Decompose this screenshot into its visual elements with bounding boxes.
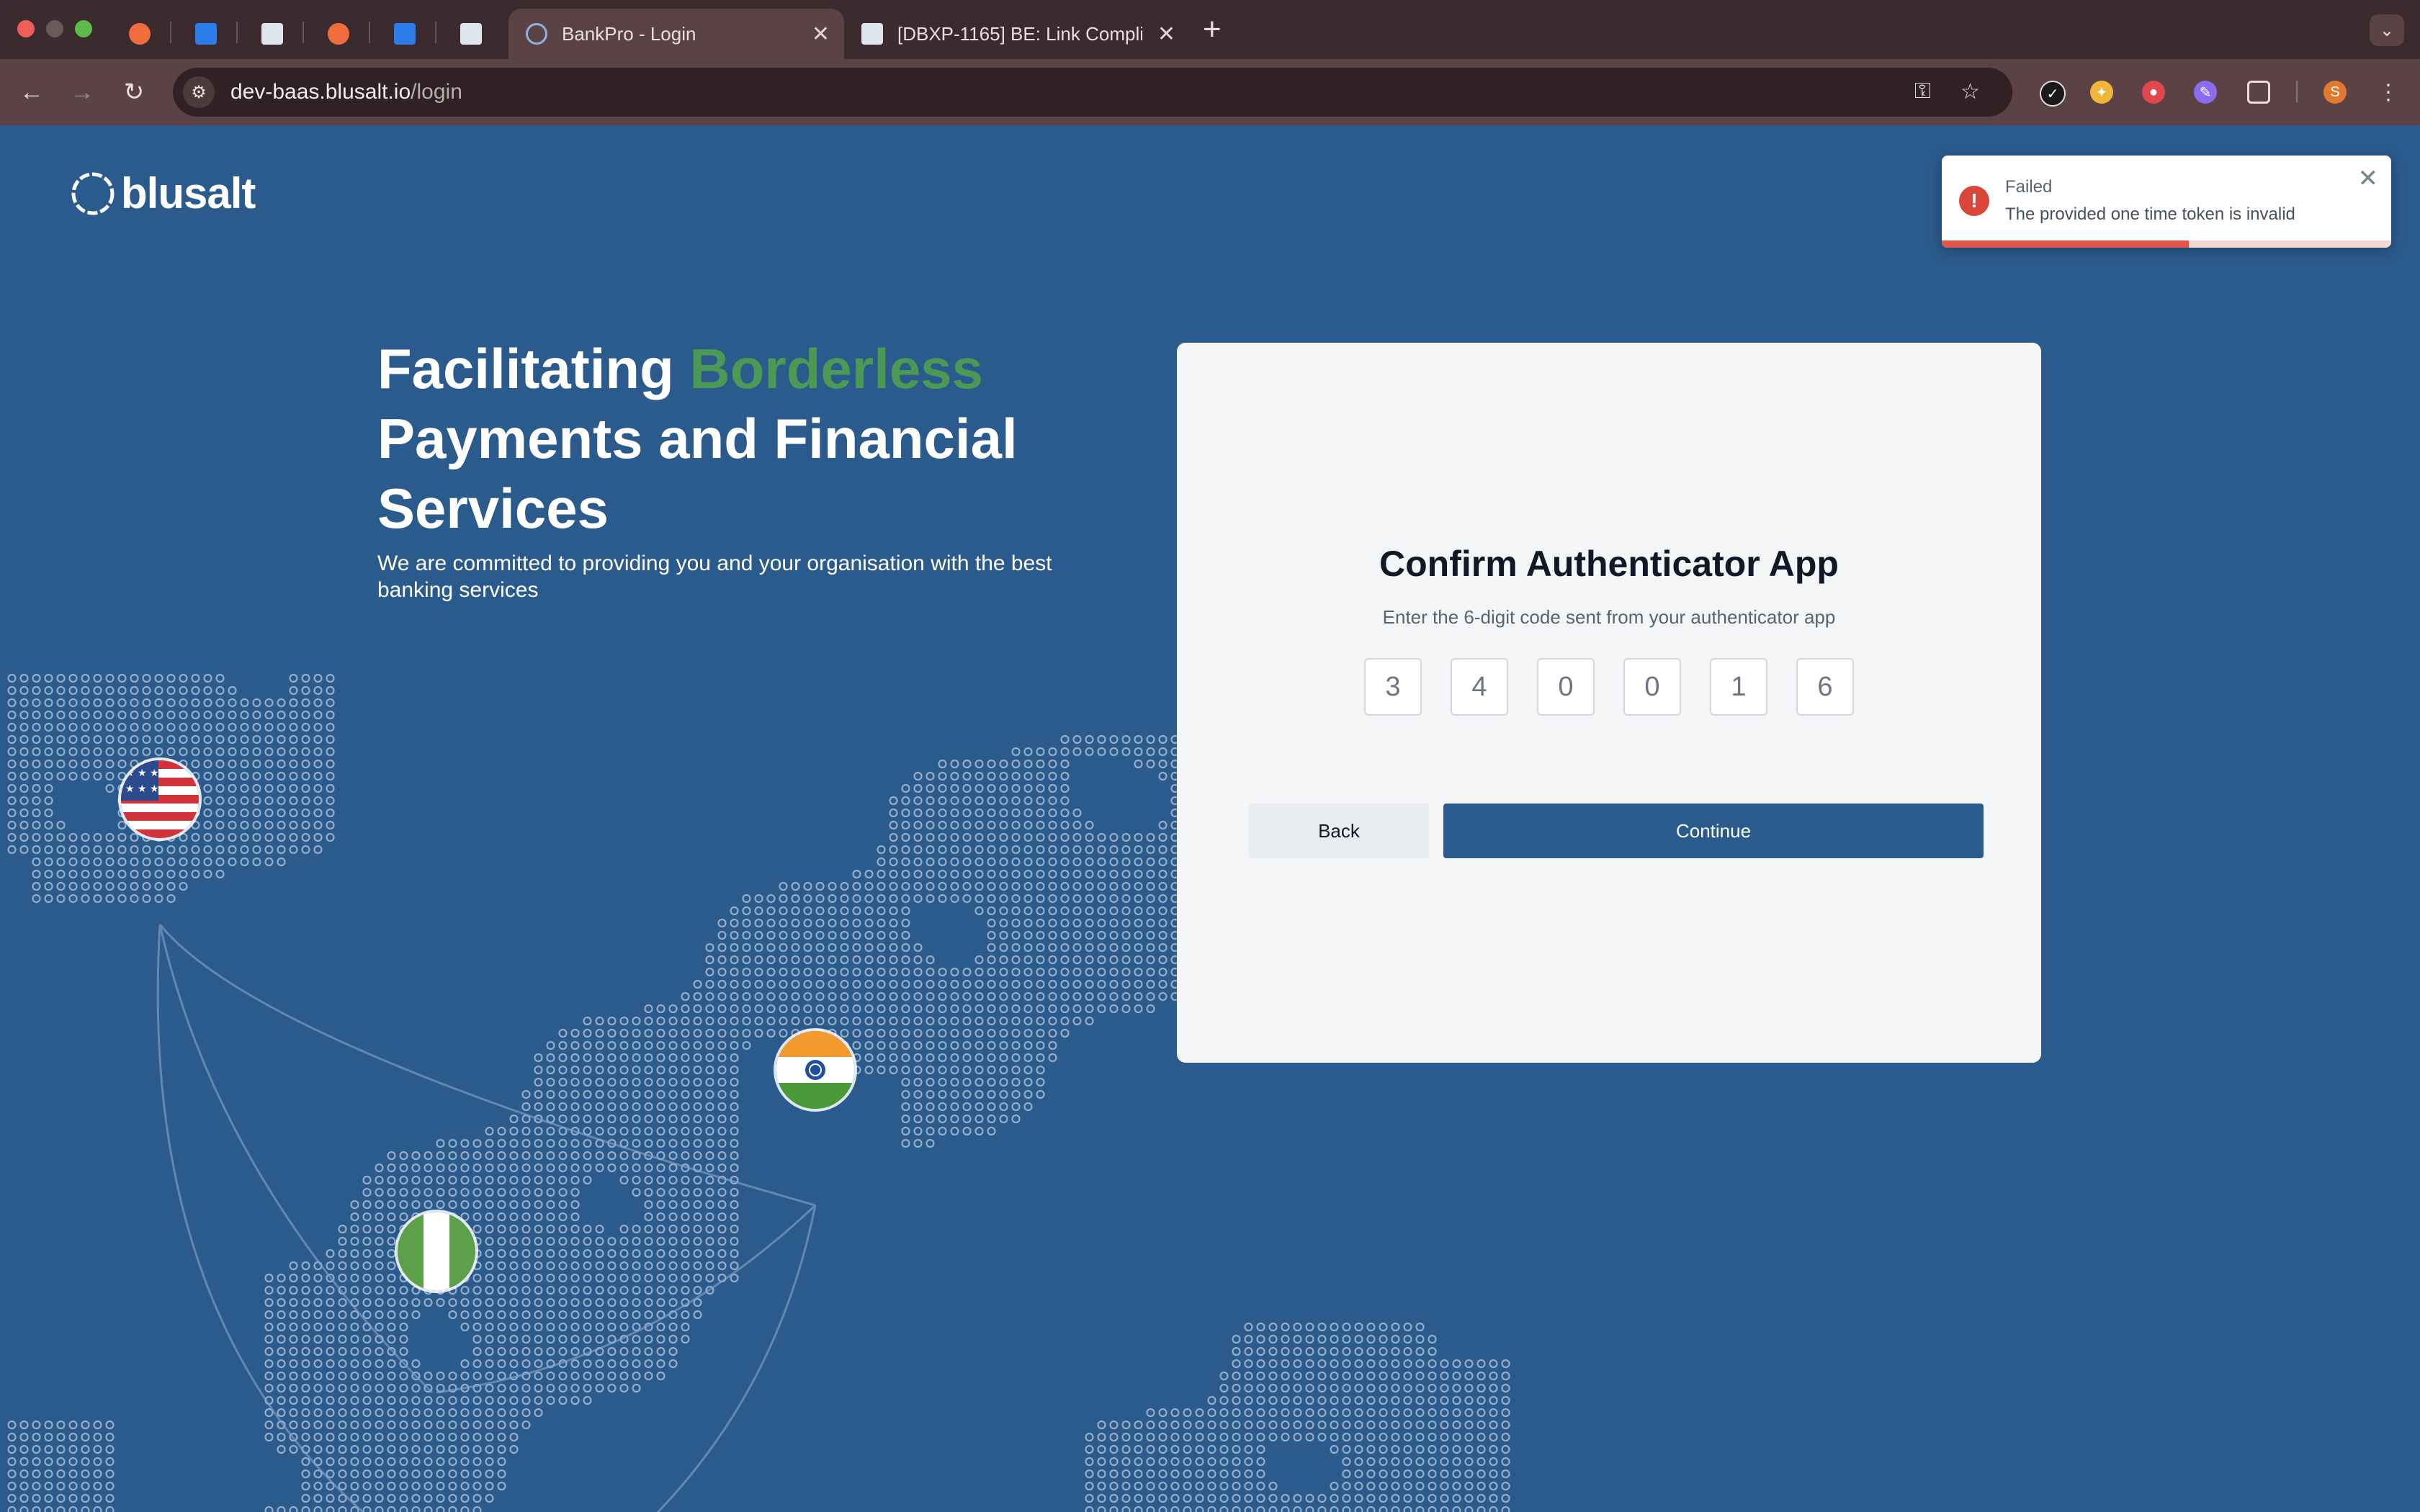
pinned-tab-5[interactable]: [380, 9, 429, 59]
app-favicon-icon: [129, 23, 151, 45]
app-favicon-icon: [328, 23, 349, 45]
extension-feather-icon[interactable]: ✎: [2194, 81, 2217, 104]
tab-jira-issue[interactable]: [DBXP-1165] BE: Link Compli ✕: [844, 9, 1190, 59]
toast-title: Failed: [2005, 177, 2053, 197]
pinned-tab-6[interactable]: [447, 9, 496, 59]
pinned-tab-4[interactable]: [314, 9, 363, 59]
loading-tab-icon: [526, 23, 547, 45]
toast-progress-track: [1942, 240, 2391, 248]
svg-text:★ ★ ★: ★ ★ ★: [125, 783, 159, 795]
extension-compass-icon[interactable]: ✦: [2090, 81, 2113, 104]
india-flag-icon: [774, 1028, 857, 1112]
continue-button[interactable]: Continue: [1443, 804, 1984, 858]
otp-digit-5[interactable]: 1: [1710, 658, 1767, 716]
otp-digit-2[interactable]: 4: [1451, 658, 1508, 716]
kebab-menu-icon[interactable]: ⋮: [2370, 73, 2407, 111]
error-icon: !: [1959, 186, 1989, 216]
extension-check-icon[interactable]: ✓: [2040, 81, 2066, 107]
puzzle-icon[interactable]: [2247, 81, 2270, 104]
new-tab-icon[interactable]: +: [1203, 12, 1222, 48]
close-icon[interactable]: ✕: [2358, 164, 2379, 193]
toast-progress-bar: [1942, 240, 2190, 248]
brand-name: blusalt: [121, 169, 256, 217]
close-tab-icon[interactable]: ✕: [1157, 22, 1175, 47]
hero-headline: Facilitating Borderless Payments and Fina…: [377, 337, 1018, 540]
toast-message: The provided one time token is invalid: [2005, 204, 2295, 224]
otp-digit-6[interactable]: 6: [1796, 658, 1854, 716]
key-icon[interactable]: ⚿: [1914, 79, 1931, 104]
reload-icon[interactable]: ↻: [115, 73, 153, 111]
confluence-icon: [394, 23, 416, 45]
close-window-button[interactable]: [17, 20, 35, 37]
profile-avatar[interactable]: S: [2323, 81, 2347, 104]
route-line: [158, 924, 816, 1207]
pinned-tab-1[interactable]: [115, 9, 164, 59]
pinned-tab-2[interactable]: [182, 9, 230, 59]
login-page: blusalt ★ ★ ★ ★ ★ ★ Facilitating Borderl…: [0, 125, 2420, 1512]
logo-ring-icon: [71, 172, 115, 215]
authenticator-card: Confirm Authenticator App Enter the 6-di…: [1177, 343, 2041, 1063]
tab-title: [DBXP-1165] BE: Link Compli: [897, 22, 1142, 45]
tab-title: BankPro - Login: [562, 22, 696, 45]
browser-tab-bar: BankPro - Login ✕ [DBXP-1165] BE: Link C…: [0, 0, 2420, 59]
headline-accent: Borderless: [689, 337, 983, 400]
svg-text:★ ★ ★: ★ ★ ★: [125, 768, 159, 779]
back-button[interactable]: Back: [1249, 804, 1429, 858]
us-flag-icon: ★ ★ ★ ★ ★ ★: [118, 757, 202, 841]
browser-toolbar: ← → ↻ ⚙ dev-baas.blusalt.io/login ⚿ ☆ ✓ …: [0, 59, 2420, 125]
otp-digit-3[interactable]: 0: [1537, 658, 1595, 716]
error-toast: ! Failed The provided one time token is …: [1942, 156, 2391, 248]
otp-input-group: 3 4 0 0 1 6: [1364, 658, 1854, 716]
close-tab-icon[interactable]: ✕: [812, 22, 830, 47]
forward-icon[interactable]: →: [63, 73, 101, 111]
page-favicon-icon: [861, 23, 883, 45]
confluence-icon: [195, 23, 217, 45]
page-favicon-icon: [261, 23, 283, 45]
minimize-window-button[interactable]: [46, 20, 63, 37]
otp-digit-1[interactable]: 3: [1364, 658, 1422, 716]
extension-bug-icon[interactable]: ●: [2142, 81, 2165, 104]
address-bar[interactable]: ⚙ dev-baas.blusalt.io/login ⚿ ☆: [173, 68, 2012, 117]
pinned-tab-3[interactable]: [248, 9, 297, 59]
tab-bankpro-login[interactable]: BankPro - Login ✕: [508, 9, 844, 59]
maximize-window-button[interactable]: [75, 20, 92, 37]
back-icon[interactable]: ←: [13, 73, 50, 111]
card-title: Confirm Authenticator App: [1379, 544, 1839, 584]
tune-icon[interactable]: ⚙: [183, 76, 215, 108]
page-favicon-icon: [460, 23, 482, 45]
star-icon[interactable]: ☆: [1960, 79, 1980, 104]
blusalt-logo: blusalt: [69, 168, 256, 218]
nigeria-flag-icon: [395, 1210, 478, 1293]
card-subtitle: Enter the 6-digit code sent from your au…: [1382, 606, 1836, 628]
tab-search-icon[interactable]: ⌄: [2370, 14, 2404, 46]
otp-digit-4[interactable]: 0: [1623, 658, 1681, 716]
hero-subtext: We are committed to providing you and yo…: [377, 552, 1052, 602]
url-text[interactable]: dev-baas.blusalt.io/login: [230, 80, 462, 104]
